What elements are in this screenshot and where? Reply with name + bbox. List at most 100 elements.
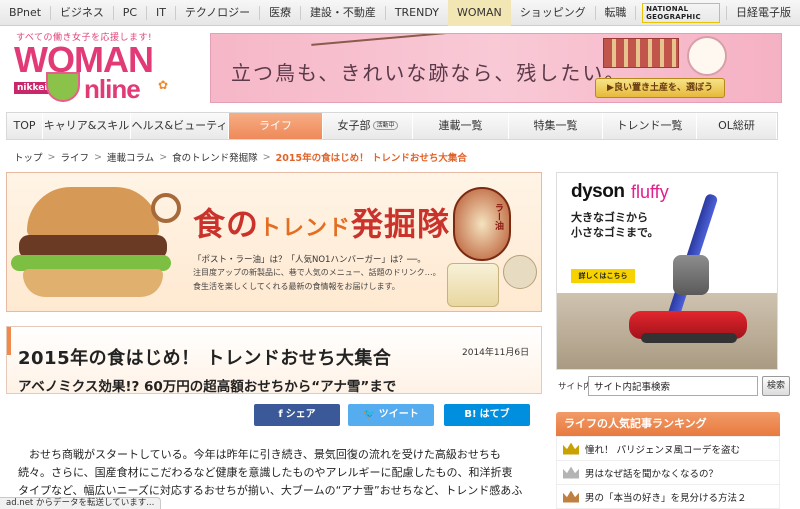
network-link-business[interactable]: ビジネス xyxy=(51,0,113,26)
article-date: 2014年11月6日 xyxy=(462,348,530,358)
series-description-line: 注目度アップの新製品に、巷で人気のメニュー、話題のドリンク…。 xyxy=(193,268,441,277)
nav-career-skill[interactable]: キャリア&スキル xyxy=(43,113,131,139)
header-accent xyxy=(7,327,11,355)
series-title-part-c: 発掘隊 xyxy=(351,205,451,243)
series-title-part-b: トレンド xyxy=(259,215,352,241)
ranking-header: ライフの人気記事ランキング xyxy=(556,412,780,436)
chevron-right-icon: > xyxy=(159,151,168,163)
vacuum-roller-image xyxy=(641,333,737,343)
ranking-item-title: 男はなぜ話を聞かなくなるの？ xyxy=(585,468,719,480)
nav-joshibu-label: 女子部 xyxy=(337,119,371,132)
network-link-pc[interactable]: PC xyxy=(114,0,146,26)
series-feature-banner[interactable]: 食のトレンド発掘隊 「ポスト・ラー油」は？「人気NO1ハンバーガー」は？──。 … xyxy=(6,172,542,312)
network-bar-right: 転職 NATIONAL GEOGRAPHIC 日経電子版 xyxy=(594,0,800,26)
breadcrumb-top[interactable]: トップ xyxy=(14,150,43,164)
breadcrumb-series[interactable]: 連載コラム xyxy=(107,150,154,164)
side-ad-dyson[interactable]: dyson fluffy 大きなゴミから 小さなゴミまで。 詳しくはこちら xyxy=(556,172,778,370)
crown-gold-icon xyxy=(563,442,579,455)
category-nav: TOP キャリア&スキル ヘルス&ビューティ ライフ 女子部 活動中 連載一覧 特… xyxy=(6,112,778,140)
nav-joshibu[interactable]: 女子部 活動中 xyxy=(323,113,413,139)
chevron-right-icon: > xyxy=(47,151,56,163)
ad-copy-line: 大きなゴミから xyxy=(571,211,648,224)
hatena-icon: B! xyxy=(464,409,477,420)
article-body-line: おせち商戦がスタートしている。今年は昨年に引き続き、景気回復の流れを受けた高級お… xyxy=(18,448,501,461)
ad-detail-button[interactable]: 詳しくはこちら xyxy=(571,269,635,283)
flower-icon: ✿ xyxy=(158,78,169,92)
plum-branch-icon xyxy=(311,34,491,46)
network-link-trendy[interactable]: TRENDY xyxy=(386,0,448,26)
network-link-nikkei-digital[interactable]: 日経電子版 xyxy=(727,0,800,26)
ranking-item-title: 憧れ！ パリジェンヌ風コーデを盗む xyxy=(585,444,741,456)
network-link-bpnet[interactable]: BPnet xyxy=(0,0,50,26)
breadcrumb-food-trend[interactable]: 食のトレンド発掘隊 xyxy=(172,150,258,164)
magnifier-icon xyxy=(151,193,181,223)
series-title-part-a: 食の xyxy=(193,205,260,243)
active-badge: 活動中 xyxy=(373,121,398,130)
nav-top[interactable]: TOP xyxy=(7,113,43,139)
nav-series-list[interactable]: 連載一覧 xyxy=(413,113,509,139)
article-body-line: 続々。さらに、国産食材にこだわるなど健康を意識したものやアレルギーに配慮したもの… xyxy=(18,466,513,479)
hatena-bookmark-button[interactable]: B! はてブ xyxy=(444,404,530,426)
ranking-list: 憧れ！ パリジェンヌ風コーデを盗む 男はなぜ話を聞かなくなるの？ 男の「本当の好… xyxy=(556,436,780,509)
top-ad-button[interactable]: ▶良い置き土産を、選ぼう xyxy=(595,78,725,98)
logo-nikkei-text: nikkei xyxy=(14,82,51,94)
facebook-icon: f xyxy=(278,409,283,420)
crown-bronze-icon xyxy=(563,490,579,503)
nav-trend-list[interactable]: トレンド一覧 xyxy=(603,113,697,139)
ranking-item[interactable]: 憧れ！ パリジェンヌ風コーデを盗む xyxy=(557,437,779,461)
vacuum-body-image xyxy=(673,255,709,295)
tweet-label: ツイート xyxy=(378,409,419,420)
network-bar: BPnet ビジネス PC IT テクノロジー 医療 建設・不動産 TRENDY… xyxy=(0,0,800,26)
burger-bun-shape xyxy=(23,269,163,297)
ranking-item[interactable]: 男の「本当の好き」を見分ける方法２ xyxy=(557,485,779,509)
article-body: おせち商戦がスタートしている。今年は昨年に引き続き、景気回復の流れを受けた高級お… xyxy=(18,446,530,500)
logo-online-text: nline xyxy=(84,74,141,104)
ad-model: fluffy xyxy=(631,182,669,202)
network-link-medical[interactable]: 医療 xyxy=(260,0,300,26)
network-link-career[interactable]: 転職 xyxy=(595,0,635,26)
search-button[interactable]: 検索 xyxy=(762,376,790,396)
search-label: サイト内 xyxy=(558,382,593,392)
article-subtitle: アベノミクス効果!? 60万円の超高額おせちから“アナ雪”まで xyxy=(18,379,397,395)
breadcrumb-current: 2015年の食はじめ！ トレンドおせち大集合 xyxy=(275,153,467,164)
jar-label: ラー油 xyxy=(493,203,503,230)
nav-health-beauty[interactable]: ヘルス&ビューティ xyxy=(131,113,229,139)
twitter-bird-icon: 🐦 xyxy=(363,409,376,420)
ad-copy-line: 小さなゴミまで。 xyxy=(571,226,659,239)
ad-brand: dyson xyxy=(571,181,625,202)
drink-glass-image xyxy=(447,263,499,307)
facebook-share-button[interactable]: f シェア xyxy=(254,404,340,426)
nav-ol-research[interactable]: OL総研 xyxy=(697,113,777,139)
logo-bowl-icon xyxy=(46,72,80,102)
gift-box-image xyxy=(603,38,679,68)
chevron-right-icon: > xyxy=(94,151,102,163)
site-search-input[interactable] xyxy=(588,376,758,396)
article-title: 2015年の食はじめ！ トレンドおせち大集合 xyxy=(18,348,392,369)
facebook-share-label: シェア xyxy=(285,409,316,420)
separator xyxy=(635,5,637,20)
spoon-image xyxy=(503,255,537,289)
chevron-right-icon: > xyxy=(262,151,271,163)
ranking-item[interactable]: 男はなぜ話を聞かなくなるの？ xyxy=(557,461,779,485)
top-ad-banner[interactable]: 立つ鳥も、きれいな跡なら、残したい。 ▶良い置き土産を、選ぼう xyxy=(210,33,782,103)
burger-image xyxy=(27,187,159,237)
breadcrumb-life[interactable]: ライフ xyxy=(60,150,89,164)
series-description-line: 「ポスト・ラー油」は？「人気NO1ハンバーガー」は？──。 xyxy=(193,255,426,265)
network-link-technology[interactable]: テクノロジー xyxy=(176,0,259,26)
ranking-item-title: 男の「本当の好き」を見分ける方法２ xyxy=(585,492,747,504)
nav-life[interactable]: ライフ xyxy=(229,113,323,139)
network-link-woman[interactable]: WOMAN xyxy=(447,0,511,26)
network-link-shopping[interactable]: ショッピング xyxy=(511,0,595,26)
network-link-construction[interactable]: 建設・不動産 xyxy=(301,0,385,26)
top-ad-copy: 立つ鳥も、きれいな跡なら、残したい。 xyxy=(231,61,627,85)
nav-feature-list[interactable]: 特集一覧 xyxy=(509,113,603,139)
browser-status-bar: ad.net からデータを転送しています... xyxy=(0,497,162,509)
network-link-it[interactable]: IT xyxy=(147,0,175,26)
national-geographic-link[interactable]: NATIONAL GEOGRAPHIC xyxy=(642,2,721,23)
crown-silver-icon xyxy=(563,466,579,479)
breadcrumb: トップ > ライフ > 連載コラム > 食のトレンド発掘隊 > 2015年の食は… xyxy=(14,150,467,165)
series-title: 食のトレンド発掘隊 xyxy=(193,199,450,245)
tweet-button[interactable]: 🐦 ツイート xyxy=(348,404,434,426)
hatena-label: はてブ xyxy=(479,409,510,420)
series-description-line: 食生活を楽しくしてくれる最新の食情報をお届けします。 xyxy=(193,282,400,291)
